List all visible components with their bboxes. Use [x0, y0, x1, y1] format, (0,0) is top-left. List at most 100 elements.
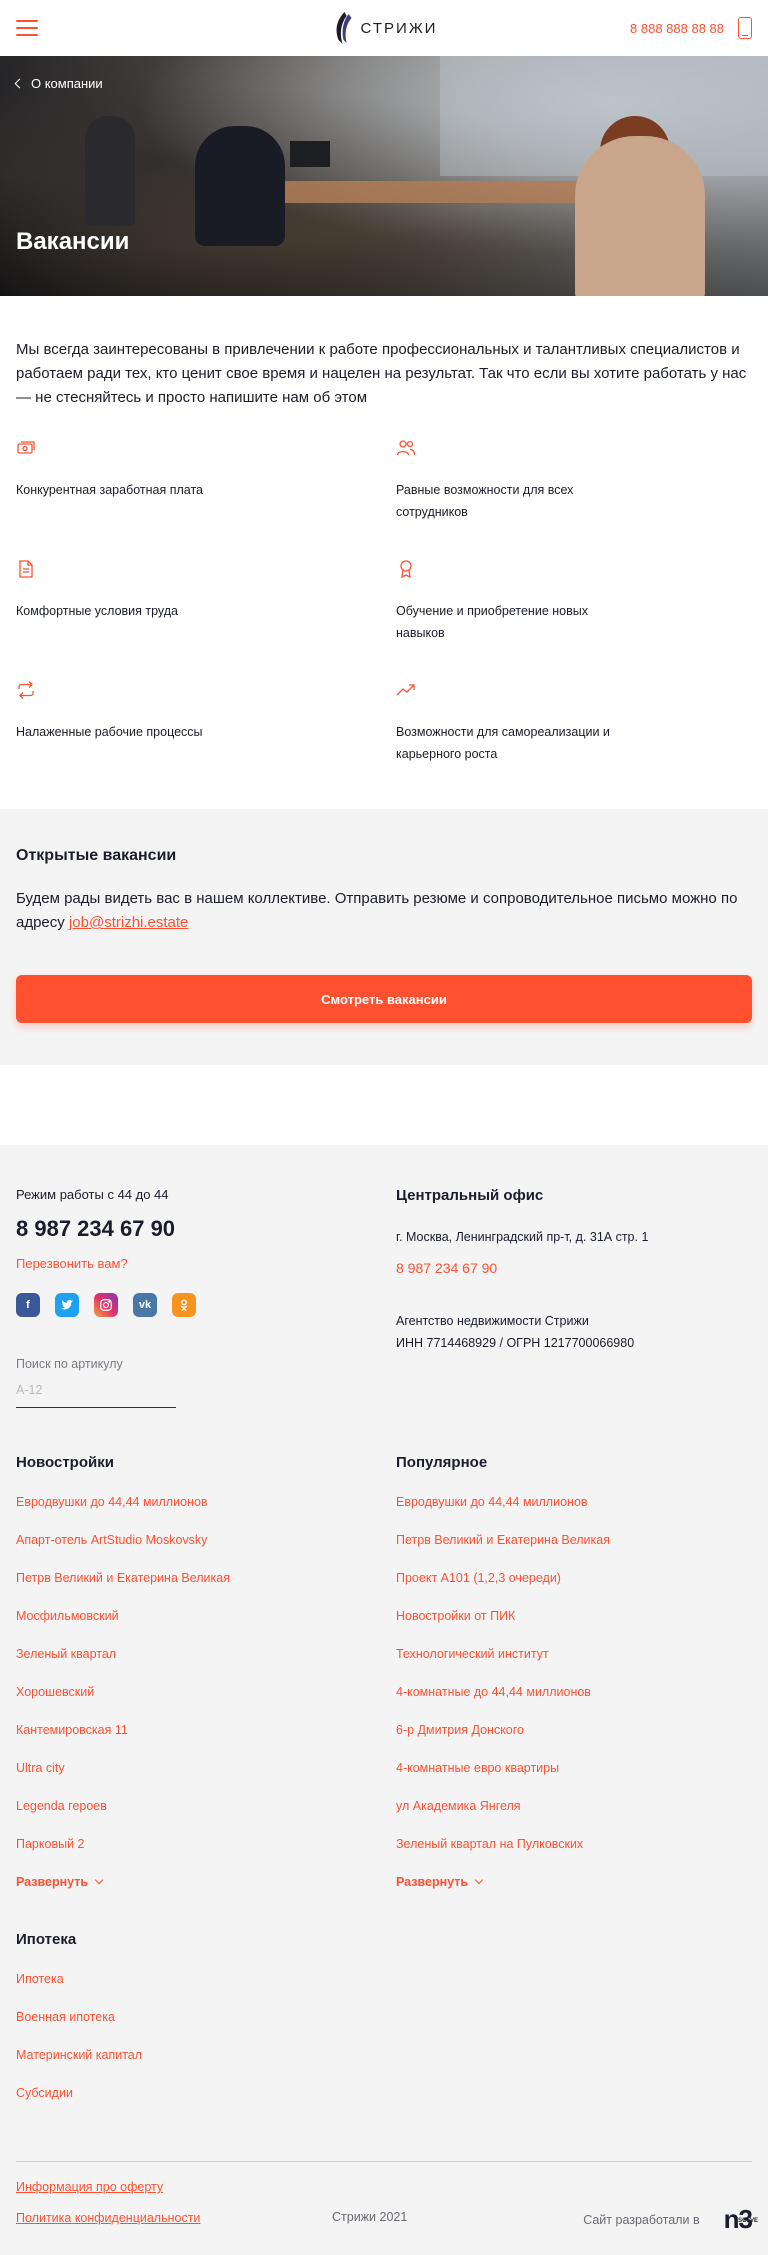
footer-link[interactable]: ул Академика Янгеля	[396, 1799, 752, 1837]
article-search-input[interactable]	[16, 1377, 176, 1408]
trending-up-icon	[396, 684, 415, 696]
footer: Режим работы с 44 до 44 8 987 234 67 90 …	[0, 1145, 768, 2255]
facebook-icon[interactable]: f	[16, 1293, 40, 1317]
view-vacancies-button[interactable]: Смотреть вакансии	[16, 975, 752, 1023]
agency-name: Агентство недвижимости Стрижи	[396, 1314, 589, 1328]
feature-text: Комфортные условия труда	[16, 604, 179, 618]
footer-link[interactable]: Петрв Великий и Екатерина Великая	[16, 1571, 396, 1609]
header-phone[interactable]: 8 888 888 88 88	[630, 21, 724, 36]
footer-link[interactable]: Мосфильмовский	[16, 1609, 396, 1647]
divider	[16, 2161, 752, 2162]
feature-text: Обучение и приобретение новых навыков	[396, 604, 588, 640]
footer-link[interactable]: Проект А101 (1,2,3 очереди)	[396, 1571, 752, 1609]
office-phone[interactable]: 8 987 234 67 90	[396, 1260, 752, 1276]
back-link-label: О компании	[31, 76, 103, 91]
footer-link[interactable]: Ultra city	[16, 1761, 396, 1799]
odnoklassniki-icon[interactable]	[172, 1293, 196, 1317]
users-icon	[396, 440, 416, 456]
repeat-icon	[18, 681, 34, 699]
chevron-down-icon	[474, 1875, 484, 1885]
popular-column: Популярное Евродвушки до 44,44 миллионов…	[396, 1454, 752, 1889]
feature-item: Комфортные условия труда	[16, 559, 396, 644]
expand-popular-button[interactable]: Развернуть	[396, 1875, 752, 1889]
office-title: Центральный офис	[396, 1187, 544, 1204]
email-link[interactable]: job@strizhi.estate	[69, 914, 188, 931]
footer-link[interactable]: Апарт-отель ArtStudio Moskovsky	[16, 1533, 396, 1571]
footer-link[interactable]: 4-комнатные до 44,44 миллионов	[396, 1685, 752, 1723]
footer-link[interactable]: Legenda героев	[16, 1799, 396, 1837]
vk-icon[interactable]: vk	[133, 1293, 157, 1317]
footer-link[interactable]: 4-комнатные евро квартиры	[396, 1761, 752, 1799]
expand-label: Развернуть	[396, 1875, 469, 1889]
copyright: Стрижи 2021	[332, 2210, 408, 2224]
mortgage-column: Ипотека Ипотека Военная ипотека Материнс…	[16, 1931, 752, 2124]
agency-ids: ИНН 7714468929 / ОГРН 1217700066980	[396, 1336, 635, 1350]
expand-new-buildings-button[interactable]: Развернуть	[16, 1875, 396, 1889]
feature-text: Равные возможности для всех сотрудников	[396, 483, 574, 519]
footer-right-column: Центральный офис г. Москва, Ленинградски…	[396, 1187, 752, 1408]
footer-link[interactable]: Хорошевский	[16, 1685, 396, 1723]
footer-link[interactable]: Петрв Великий и Екатерина Великая	[396, 1533, 752, 1571]
offer-link[interactable]: Информация про оферту	[16, 2180, 752, 2194]
new-buildings-column: Новостройки Евродвушки до 44,44 миллионо…	[16, 1454, 396, 1889]
footer-link[interactable]: Кантемировская 11	[16, 1723, 396, 1761]
footer-link[interactable]: Ипотека	[16, 1972, 752, 2010]
footer-link[interactable]: 6-р Дмитрия Донского	[396, 1723, 752, 1761]
footer-link[interactable]: Материнский капитал	[16, 2048, 752, 2086]
chevron-down-icon	[94, 1875, 104, 1885]
section-title: Открытые вакансии	[16, 847, 177, 864]
feature-item: Возможности для самореализации и карьерн…	[396, 680, 752, 765]
intro-text: Мы всегда заинтересованы в привлечении к…	[16, 341, 747, 406]
logo-text: СТРИЖИ	[360, 19, 438, 37]
page-title: Вакансии	[16, 228, 130, 255]
feature-item: Налаженные рабочие процессы	[16, 680, 396, 765]
column-title: Популярное	[396, 1454, 488, 1471]
header-contacts: 8 888 888 88 88	[630, 17, 752, 39]
page: СТРИЖИ 8 888 888 88 88 О компании Ваканс…	[0, 0, 768, 2255]
logo[interactable]: СТРИЖИ	[331, 10, 438, 46]
social-links: f vk	[16, 1293, 396, 1317]
feature-text: Конкурентная заработная плата	[16, 483, 204, 497]
chevron-left-icon	[14, 78, 25, 89]
search-label: Поиск по артикулу	[16, 1357, 123, 1371]
back-link[interactable]: О компании	[14, 76, 103, 91]
footer-link[interactable]: Военная ипотека	[16, 2010, 752, 2048]
footer-link-columns: Новостройки Евродвушки до 44,44 миллионо…	[16, 1454, 752, 1889]
money-icon	[17, 441, 35, 454]
footer-link[interactable]: Субсидии	[16, 2086, 752, 2124]
footer-link[interactable]: Зеленый квартал на Пулковских	[396, 1837, 752, 1875]
footer-link[interactable]: Евродвушки до 44,44 миллионов	[16, 1495, 396, 1533]
callback-link[interactable]: Перезвонить вам?	[16, 1256, 396, 1271]
features-grid: Конкурентная заработная плата Равные воз…	[0, 410, 768, 765]
feature-text: Возможности для самореализации и карьерн…	[396, 725, 610, 761]
mobile-phone-icon[interactable]	[738, 17, 752, 39]
footer-phone[interactable]: 8 987 234 67 90	[16, 1216, 396, 1242]
footer-bottom: Информация про оферту Политика конфиденц…	[16, 2180, 758, 2234]
menu-icon[interactable]	[16, 20, 38, 36]
footer-left-column: Режим работы с 44 до 44 8 987 234 67 90 …	[16, 1187, 396, 1408]
feature-item: Равные возможности для всех сотрудников	[396, 438, 752, 523]
instagram-icon[interactable]	[94, 1293, 118, 1317]
footer-link[interactable]: Технологический институт	[396, 1647, 752, 1685]
developer-credit-label: Сайт разработали в	[583, 2212, 700, 2227]
twitter-icon[interactable]	[55, 1293, 79, 1317]
open-vacancies-section: Открытые вакансии Будем рады видеть вас …	[0, 809, 768, 1065]
feature-item: Конкурентная заработная плата	[16, 438, 396, 523]
column-title: Новостройки	[16, 1454, 114, 1471]
vacancies-text: Будем рады видеть вас в нашем коллективе…	[16, 887, 752, 935]
footer-link[interactable]: Евродвушки до 44,44 миллионов	[396, 1495, 752, 1533]
award-icon	[400, 560, 412, 579]
swift-bird-logo-icon	[336, 12, 352, 44]
footer-link[interactable]: Новостройки от ПИК	[396, 1609, 752, 1647]
footer-contacts: Режим работы с 44 до 44 8 987 234 67 90 …	[16, 1187, 752, 1408]
feature-item: Обучение и приобретение новых навыков	[396, 559, 752, 644]
header: СТРИЖИ 8 888 888 88 88	[0, 0, 768, 56]
developer-logo-sub: SOLVE	[738, 2218, 758, 2224]
footer-link[interactable]: Парковый 2	[16, 1837, 396, 1875]
footer-link[interactable]: Зеленый квартал	[16, 1647, 396, 1685]
hero-banner: О компании Вакансии	[0, 56, 768, 296]
expand-label: Развернуть	[16, 1875, 89, 1889]
developer-logo[interactable]: n3 SOLVE	[724, 2204, 758, 2235]
work-hours: Режим работы с 44 до 44	[16, 1187, 169, 1202]
feature-text: Налаженные рабочие процессы	[16, 725, 203, 739]
